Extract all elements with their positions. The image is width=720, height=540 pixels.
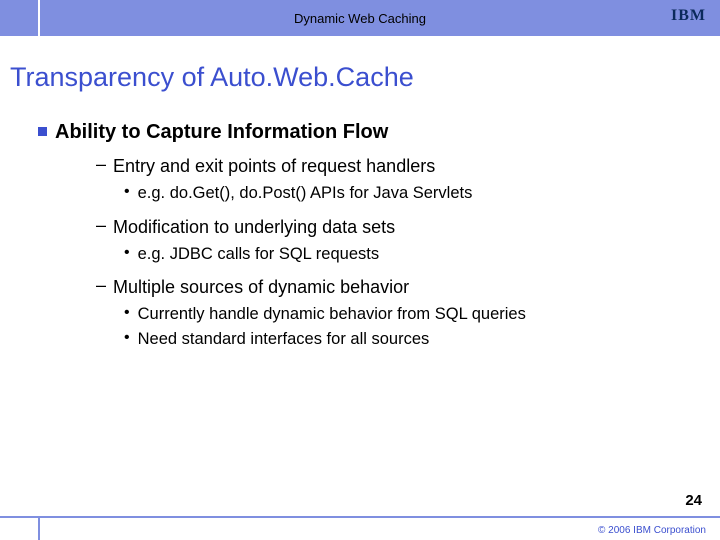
- dot-bullet-icon: •: [124, 182, 130, 203]
- point-text: Multiple sources of dynamic behavior: [113, 275, 409, 299]
- section: Ability to Capture Information Flow – En…: [38, 121, 720, 350]
- subpoints-3: • Currently handle dynamic behavior from…: [124, 303, 720, 350]
- subpoint-3-2: • Need standard interfaces for all sourc…: [124, 328, 720, 350]
- slide-body: Transparency of Auto.Web.Cache Ability t…: [0, 36, 720, 492]
- dash-bullet-icon: –: [96, 154, 106, 176]
- point-3: – Multiple sources of dynamic behavior: [96, 275, 720, 299]
- footer-rule: [38, 518, 40, 540]
- point-text: Entry and exit points of request handler…: [113, 154, 435, 178]
- dot-bullet-icon: •: [124, 243, 130, 264]
- subpoint-3-1: • Currently handle dynamic behavior from…: [124, 303, 720, 325]
- dot-bullet-icon: •: [124, 303, 130, 324]
- slide: Dynamic Web Caching IBM Transparency of …: [0, 0, 720, 540]
- subpoint-2-1: • e.g. JDBC calls for SQL requests: [124, 243, 720, 265]
- header-bar: Dynamic Web Caching IBM: [0, 0, 720, 36]
- point-text: Modification to underlying data sets: [113, 215, 395, 239]
- subpoint-text: Currently handle dynamic behavior from S…: [138, 303, 526, 325]
- dash-bullet-icon: –: [96, 215, 106, 237]
- section-heading: Ability to Capture Information Flow: [55, 121, 388, 144]
- slide-title: Transparency of Auto.Web.Cache: [8, 62, 720, 93]
- dash-bullet-icon: –: [96, 275, 106, 297]
- square-bullet-icon: [38, 127, 47, 136]
- footer: 24 © 2006 IBM Corporation: [0, 492, 720, 540]
- subpoint-text: Need standard interfaces for all sources: [138, 328, 430, 350]
- ibm-logo: IBM: [671, 8, 706, 26]
- point-2: – Modification to underlying data sets: [96, 215, 720, 239]
- footer-bar: © 2006 IBM Corporation: [0, 518, 720, 540]
- subpoint-text: e.g. do.Get(), do.Post() APIs for Java S…: [138, 182, 473, 204]
- page-number: 24: [685, 492, 702, 509]
- ibm-logo-text: IBM: [671, 7, 706, 25]
- copyright: © 2006 IBM Corporation: [598, 525, 706, 536]
- header-rule: [38, 0, 40, 36]
- header-title: Dynamic Web Caching: [294, 11, 426, 26]
- point-1: – Entry and exit points of request handl…: [96, 154, 720, 178]
- dot-bullet-icon: •: [124, 328, 130, 349]
- subpoint-text: e.g. JDBC calls for SQL requests: [138, 243, 379, 265]
- subpoint-1-1: • e.g. do.Get(), do.Post() APIs for Java…: [124, 182, 720, 204]
